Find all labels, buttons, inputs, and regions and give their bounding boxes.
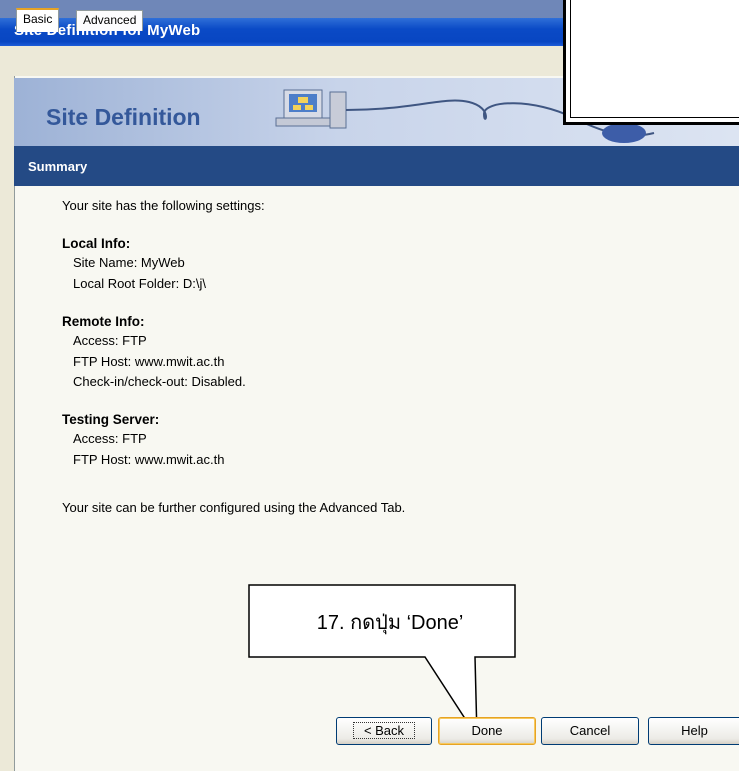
cancel-button[interactable]: Cancel: [541, 717, 639, 745]
callout-shape: [248, 584, 516, 740]
back-button-label: < Back: [352, 722, 416, 739]
callout-text: 17. กดปุ่ม ‘Done’: [316, 612, 464, 634]
done-button[interactable]: Done: [438, 717, 536, 745]
back-button[interactable]: < Back: [336, 717, 432, 745]
help-button[interactable]: Help: [648, 717, 739, 745]
